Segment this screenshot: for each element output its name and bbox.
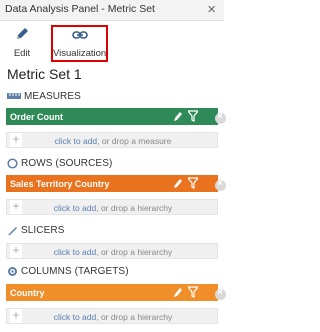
rows-label: ROWS (SOURCES) bbox=[21, 158, 113, 170]
slicers-drop-zone[interactable]: + click to add, or drop a hierarchy bbox=[6, 243, 218, 259]
drop-hint-text: , or drop a hierarchy bbox=[96, 203, 173, 213]
measures-label: MEASURES bbox=[24, 91, 81, 102]
visualization-label: Visualization bbox=[53, 48, 107, 59]
drop-hint-text: , or drop a measure bbox=[97, 136, 172, 146]
drop-hint-text: , or drop a hierarchy bbox=[96, 247, 173, 257]
toolbar: Edit Visualization bbox=[0, 21, 224, 62]
metric-set-title: Metric Set 1 bbox=[7, 66, 82, 82]
slicers-drop-hint: click to add, or drop a hierarchy bbox=[7, 247, 219, 257]
click-to-add-link[interactable]: click to add bbox=[55, 136, 98, 146]
filter-icon[interactable] bbox=[186, 110, 200, 124]
measures-section-label: MEASURES bbox=[7, 91, 81, 102]
pencil-icon[interactable] bbox=[173, 177, 183, 191]
measures-drop-hint: click to add, or drop a measure bbox=[7, 136, 219, 146]
close-icon[interactable]: × bbox=[207, 1, 216, 18]
column-item-country[interactable]: Country bbox=[6, 284, 226, 301]
slicer-knife-icon bbox=[8, 227, 17, 235]
click-to-add-link[interactable]: click to add bbox=[54, 203, 97, 213]
click-to-add-link[interactable]: click to add bbox=[54, 312, 97, 322]
filter-icon[interactable] bbox=[186, 177, 200, 191]
edit-label: Edit bbox=[13, 48, 31, 59]
row-item-sales-territory-country[interactable]: Sales Territory Country bbox=[6, 175, 226, 192]
rows-section-label: ROWS (SOURCES) bbox=[7, 158, 112, 169]
pencil-icon[interactable] bbox=[173, 110, 183, 124]
measures-drop-zone[interactable]: + click to add, or drop a measure bbox=[6, 132, 218, 148]
target-icon bbox=[8, 267, 17, 276]
slicers-section-label: SLICERS bbox=[7, 225, 65, 236]
columns-section-label: COLUMNS (TARGETS) bbox=[7, 266, 129, 277]
slicers-label: SLICERS bbox=[21, 225, 65, 237]
rows-drop-zone[interactable]: + click to add, or drop a hierarchy bbox=[6, 199, 218, 215]
drop-hint-text: , or drop a hierarchy bbox=[96, 312, 173, 322]
columns-drop-zone[interactable]: + click to add, or drop a hierarchy bbox=[6, 308, 218, 324]
rows-drop-hint: click to add, or drop a hierarchy bbox=[7, 203, 219, 213]
window-title: Data Analysis Panel - Metric Set bbox=[5, 3, 155, 15]
circle-icon bbox=[7, 158, 18, 169]
click-to-add-link[interactable]: click to add bbox=[54, 247, 97, 257]
measure-item-order-count[interactable]: Order Count bbox=[6, 108, 226, 125]
columns-drop-hint: click to add, or drop a hierarchy bbox=[7, 312, 219, 322]
ruler-icon bbox=[7, 93, 21, 100]
visualization-button[interactable]: Visualization bbox=[51, 25, 108, 62]
column-item-label: Country bbox=[10, 288, 45, 298]
filter-icon[interactable] bbox=[186, 286, 200, 300]
pencil-icon bbox=[17, 28, 28, 39]
measure-item-label: Order Count bbox=[10, 112, 63, 122]
pencil-icon[interactable] bbox=[173, 286, 183, 300]
link-icon bbox=[71, 31, 88, 39]
title-bar: Data Analysis Panel - Metric Set × bbox=[0, 0, 224, 21]
edit-button[interactable]: Edit bbox=[8, 24, 36, 59]
row-item-label: Sales Territory Country bbox=[10, 179, 110, 189]
columns-label: COLUMNS (TARGETS) bbox=[21, 266, 129, 278]
